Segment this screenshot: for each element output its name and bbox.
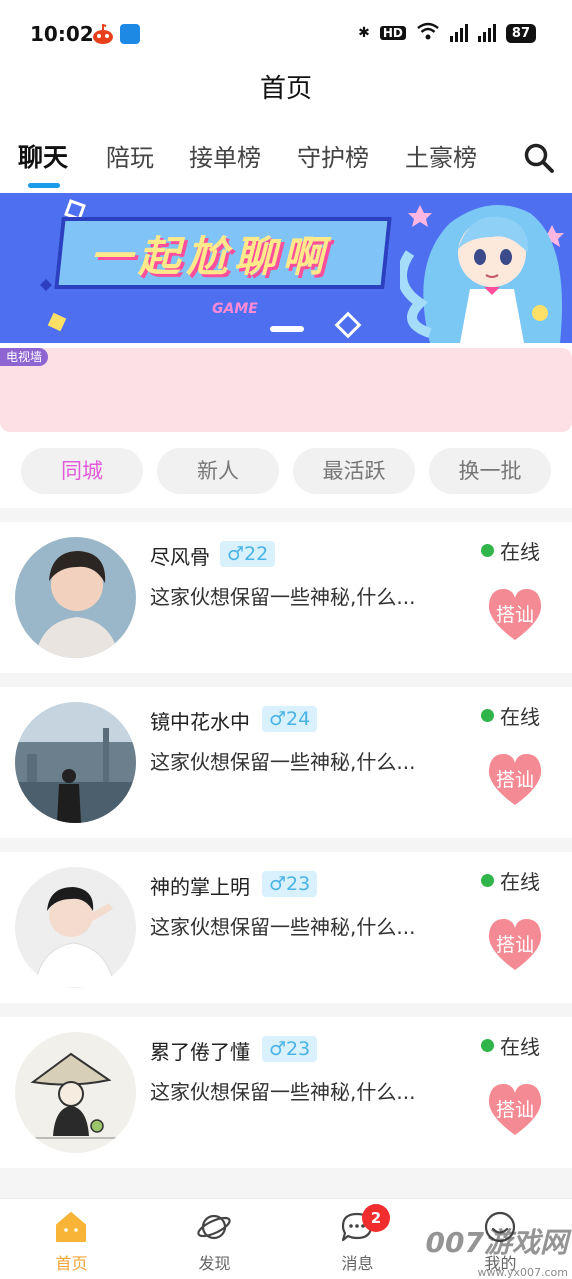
online-status: 在线 bbox=[481, 536, 540, 565]
nav-home-label: 首页 bbox=[55, 1254, 88, 1273]
filter-same-city[interactable]: 同城 bbox=[21, 448, 143, 494]
battery-level: 87 bbox=[505, 23, 536, 43]
online-dot-icon bbox=[481, 874, 494, 887]
tab-bar: 聊天 陪玩 接单榜 守护榜 土豪榜 bbox=[0, 138, 572, 194]
online-status-label: 在线 bbox=[500, 540, 540, 564]
status-bar: 10:02 ✱ HD 87 bbox=[0, 0, 572, 66]
user-card[interactable]: 神的掌上明 ♂23 这家伙想保留一些神秘,什么... 在线 搭讪 bbox=[0, 852, 572, 1003]
online-dot-icon bbox=[481, 544, 494, 557]
greet-label: 搭讪 bbox=[495, 1099, 534, 1121]
user-name: 累了倦了懂 bbox=[150, 1040, 250, 1064]
user-bio: 这家伙想保留一些神秘,什么... bbox=[150, 585, 416, 609]
filter-refresh[interactable]: 换一批 bbox=[429, 448, 551, 494]
gender-age-badge: ♂22 bbox=[220, 541, 276, 567]
status-time: 10:02 bbox=[30, 22, 94, 46]
divider bbox=[0, 1003, 572, 1017]
tab-order-rank[interactable]: 接单榜 bbox=[189, 138, 261, 173]
user-card[interactable]: 尽风骨 ♂22 这家伙想保留一些神秘,什么... 在线 搭讪 bbox=[0, 522, 572, 673]
watermark: 007游戏网 bbox=[425, 1226, 568, 1259]
user-bio: 这家伙想保留一些神秘,什么... bbox=[150, 915, 416, 939]
online-status-label: 在线 bbox=[500, 870, 540, 894]
signal-icon-2 bbox=[477, 24, 496, 42]
user-avatar[interactable] bbox=[15, 702, 136, 823]
online-status: 在线 bbox=[481, 866, 540, 895]
tab-play[interactable]: 陪玩 bbox=[106, 138, 154, 173]
nav-discover[interactable]: 发现 bbox=[143, 1199, 286, 1279]
user-card[interactable]: 累了倦了懂 ♂23 这家伙想保留一些神秘,什么... 在线 搭讪 bbox=[0, 1017, 572, 1168]
filter-bar: 同城 新人 最活跃 换一批 bbox=[0, 448, 572, 494]
user-bio: 这家伙想保留一些神秘,什么... bbox=[150, 750, 416, 774]
bluetooth-icon: ✱ bbox=[358, 25, 370, 41]
greet-label: 搭讪 bbox=[495, 769, 534, 791]
nav-home[interactable]: 首页 bbox=[0, 1199, 143, 1279]
online-status-label: 在线 bbox=[500, 1035, 540, 1059]
nav-discover-label: 发现 bbox=[198, 1254, 231, 1273]
online-status: 在线 bbox=[481, 1031, 540, 1060]
banner-page-indicator bbox=[270, 326, 304, 332]
gender-age-badge: ♂23 bbox=[262, 871, 318, 897]
online-dot-icon bbox=[481, 1039, 494, 1052]
app-notification-icon bbox=[93, 24, 113, 44]
app-notification-icon-2 bbox=[120, 24, 140, 44]
planet-icon bbox=[197, 1214, 231, 1240]
greet-label: 搭讪 bbox=[495, 604, 534, 626]
online-dot-icon bbox=[481, 709, 494, 722]
divider bbox=[0, 673, 572, 687]
gender-age-badge: ♂24 bbox=[262, 706, 318, 732]
banner-game-label: GAME bbox=[212, 301, 258, 317]
tab-indicator bbox=[28, 183, 60, 188]
user-bio: 这家伙想保留一些神秘,什么... bbox=[150, 1080, 416, 1104]
user-name: 镜中花水中 bbox=[150, 710, 250, 734]
divider bbox=[0, 1168, 572, 1198]
tv-wall-panel[interactable] bbox=[0, 348, 572, 432]
banner-title: 一起尬聊啊 bbox=[90, 232, 331, 281]
wifi-icon bbox=[416, 22, 440, 44]
user-name: 尽风骨 bbox=[150, 545, 210, 569]
nav-messages-label: 消息 bbox=[341, 1254, 374, 1273]
user-avatar[interactable] bbox=[15, 1032, 136, 1153]
nav-messages[interactable]: 消息 bbox=[286, 1199, 429, 1279]
gender-age-badge: ♂23 bbox=[262, 1036, 318, 1062]
home-icon bbox=[56, 1212, 86, 1242]
hd-badge: HD bbox=[379, 26, 406, 40]
signal-icon bbox=[449, 24, 468, 42]
online-status: 在线 bbox=[481, 701, 540, 730]
promo-banner[interactable]: 一起尬聊啊 GAME bbox=[0, 193, 572, 343]
divider bbox=[0, 838, 572, 852]
tab-rich-rank[interactable]: 土豪榜 bbox=[405, 138, 477, 173]
user-avatar[interactable] bbox=[15, 537, 136, 658]
message-count-badge: 2 bbox=[362, 1204, 390, 1232]
search-icon[interactable] bbox=[523, 142, 555, 174]
tab-guard-rank[interactable]: 守护榜 bbox=[297, 138, 369, 173]
watermark-url: www.yx007.com bbox=[477, 1266, 568, 1279]
page-title: 首页 bbox=[259, 74, 312, 104]
divider bbox=[0, 508, 572, 522]
filter-new[interactable]: 新人 bbox=[157, 448, 279, 494]
tab-chat[interactable]: 聊天 bbox=[18, 138, 68, 174]
tv-wall-badge: 电视墙 bbox=[0, 348, 49, 366]
user-avatar[interactable] bbox=[15, 867, 136, 988]
greet-label: 搭讪 bbox=[495, 934, 534, 956]
filter-most-active[interactable]: 最活跃 bbox=[293, 448, 415, 494]
user-card[interactable]: 镜中花水中 ♂24 这家伙想保留一些神秘,什么... 在线 搭讪 bbox=[0, 687, 572, 838]
anime-girl-illustration bbox=[400, 205, 562, 343]
online-status-label: 在线 bbox=[500, 705, 540, 729]
status-indicators: ✱ HD 87 bbox=[358, 22, 536, 44]
user-name: 神的掌上明 bbox=[150, 875, 250, 899]
